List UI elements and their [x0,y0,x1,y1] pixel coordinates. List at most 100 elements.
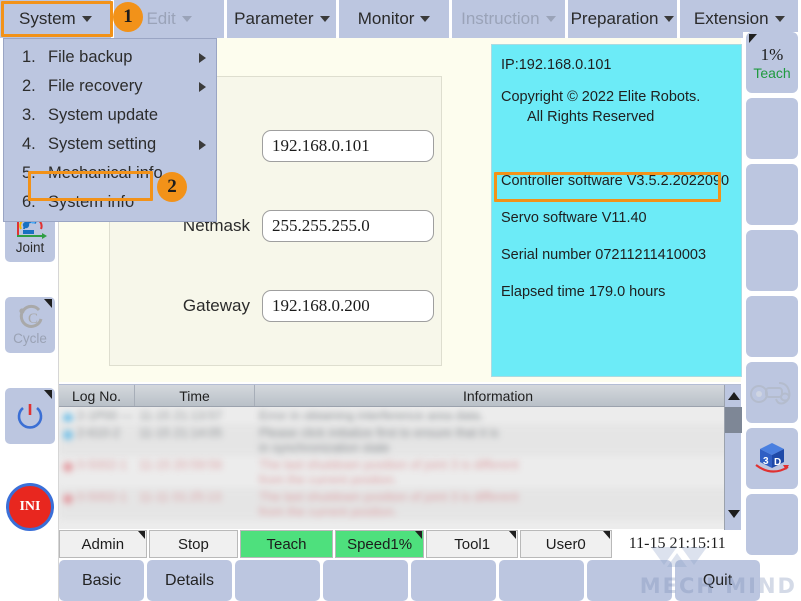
table-row[interactable]: 2-1P00 — 11-15 21:13:57 Error in obtaini… [59,407,741,424]
status-tool-label: Tool1 [454,535,491,553]
jog-handle-button[interactable] [746,362,798,423]
status-user-level[interactable]: Admin [59,530,147,558]
menu-option-number: 1. [22,48,36,66]
quit-button[interactable]: Quit [675,560,760,601]
scroll-down-arrow-icon[interactable] [725,505,742,522]
power-icon [17,404,43,429]
chevron-right-icon [199,81,206,92]
log-table-body[interactable]: 2-1P00 — 11-15 21:13:57 Error in obtaini… [59,407,741,529]
chevron-down-icon [319,16,330,22]
table-row[interactable]: 0-5002-1 11-11 01:25:13 The last shutdow… [59,488,741,520]
chevron-down-icon [420,16,431,22]
menu-item-monitor[interactable]: Monitor [339,0,449,38]
log-scrollbar[interactable] [724,385,742,530]
status-speed[interactable]: Speed1% [334,530,425,558]
annotation-badge-2: 2 [157,172,187,202]
power-button[interactable] [5,388,55,444]
log-no: 0-5002-1 [77,458,128,472]
menu-option-number: 4. [22,135,36,153]
info-copyright-line2: All Rights Reserved [527,109,655,125]
log-time: 11-15 21:14:05 [139,426,223,440]
menu-option-label: System info [48,193,135,211]
details-button-label: Details [165,571,214,589]
log-column-header-info: Information [462,387,534,404]
menu-option-number: 2. [22,77,36,95]
submenu-corner-icon [44,390,52,399]
menu-option-file-backup[interactable]: 1. File backup [4,43,216,72]
severity-dot-icon [63,430,73,440]
cycle-icon: C [19,304,43,328]
svg-text:3: 3 [763,456,769,467]
rail-button-3[interactable] [746,164,798,225]
joint-button-label: Joint [15,240,45,255]
log-info: The last shutdown position of joint 3 is… [259,490,519,519]
rail-button-2[interactable] [746,98,798,159]
status-datetime-label: 11-15 21:15:11 [628,535,726,552]
menu-item-instruction[interactable]: Instruction [451,0,565,38]
log-table: Log No. Time Information 2-1P00 — 11-15 … [59,384,742,530]
menu-option-system-setting[interactable]: 4. System setting [4,130,216,159]
log-no: 0-5002-1 [77,490,128,504]
details-button[interactable]: Details [147,560,232,601]
blank-button-6[interactable] [499,560,584,601]
menu-option-file-recovery[interactable]: 2. File recovery [4,72,216,101]
rail-button-4[interactable] [746,230,798,291]
scrollbar-thumb[interactable] [725,407,742,433]
chevron-down-icon [664,16,675,22]
basic-button[interactable]: Basic [59,560,144,601]
chevron-down-icon [545,16,556,22]
menu-option-label: System setting [48,135,157,153]
speed-percent-label: 1% [760,44,784,64]
cycle-mode-button[interactable]: C Cycle [5,297,55,353]
submenu-corner-icon [602,531,610,539]
menu-option-label: Mechanical info [48,164,163,182]
blank-button-4[interactable] [323,560,408,601]
chevron-down-icon [774,16,785,22]
3d-cube-icon: 3 D [755,442,789,473]
speed-teach-button[interactable]: 1% Teach [746,32,798,93]
rail-button-5[interactable] [746,296,798,357]
chevron-down-icon [81,16,92,22]
blank-button-5[interactable] [411,560,496,601]
submenu-corner-icon [415,531,423,539]
menu-item-edit-label: Edit [146,9,176,28]
gateway-label: Gateway [182,296,250,315]
annotation-badge-1: 1 [113,2,143,32]
bottom-button-bar: Basic Details Quit [59,560,801,601]
menu-item-system[interactable]: System [0,0,111,38]
menu-item-system-label: System [19,9,76,28]
initialize-button[interactable]: INI [5,479,55,535]
right-toolbar: 1% Teach 3 D [743,32,801,601]
netmask-input[interactable]: 255.255.255.0 [262,210,434,242]
table-row[interactable]: 0-5002-1 11-15 20:59:56 The last shutdow… [59,456,741,488]
status-mode-label: Teach [266,535,307,553]
table-row[interactable]: 2-610-2 11-15 21:14:05 Please click init… [59,424,741,456]
severity-dot-icon [63,413,73,423]
info-ip: IP:192.168.0.101 [501,57,612,73]
menu-item-parameter[interactable]: Parameter [227,0,337,38]
menu-item-preparation[interactable]: Preparation [567,0,678,38]
info-elapsed-time: Elapsed time 179.0 hours [501,284,666,300]
log-table-header: Log No. Time Information [59,385,741,407]
status-speed-label: Speed1% [347,535,413,553]
ini-label: INI [19,499,41,514]
blank-button-7[interactable] [587,560,672,601]
log-column-header-no: Log No. [59,385,135,406]
status-run-state[interactable]: Stop [148,530,239,558]
log-info: Please click initialize first to ensure … [259,426,499,455]
ip-address-input[interactable]: 192.168.0.101 [262,130,434,162]
menu-option-system-update[interactable]: 3. System update [4,101,216,130]
gateway-input[interactable]: 192.168.0.200 [262,290,434,322]
robot-teach-pendant-screen: System Edit Parameter Monitor Instructio… [0,0,801,601]
status-tool[interactable]: Tool1 [426,530,518,558]
blank-button-3[interactable] [235,560,320,601]
log-column-header-time: Time [135,385,255,406]
three-d-view-button[interactable]: 3 D [746,428,798,489]
rail-button-8[interactable] [746,494,798,555]
chevron-right-icon [199,52,206,63]
menu-option-number: 3. [22,106,36,124]
status-user-frame[interactable]: User0 [519,530,612,558]
severity-dot-icon [63,494,73,504]
status-mode[interactable]: Teach [240,530,333,558]
scroll-up-arrow-icon[interactable] [725,387,742,404]
